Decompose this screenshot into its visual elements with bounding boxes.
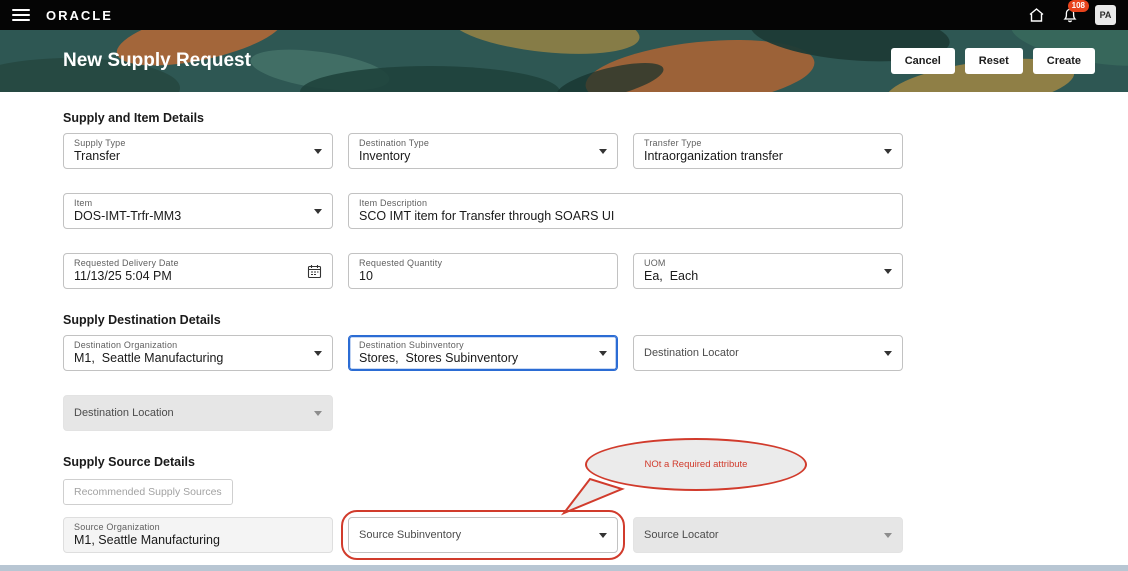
chevron-down-icon [314, 410, 322, 416]
field-label: UOM [644, 257, 666, 268]
field-label: Requested Quantity [359, 257, 443, 268]
field-label: Destination Organization [74, 339, 178, 350]
chevron-down-icon[interactable] [599, 532, 607, 538]
field-value: Intraorganization transfer [644, 148, 783, 163]
chevron-down-icon[interactable] [314, 350, 322, 356]
field-value: 11/13/25 5:04 PM [74, 268, 172, 283]
destination-subinventory-field[interactable]: Destination Subinventory Stores, Stores … [348, 335, 618, 371]
transfer-type-field[interactable]: Transfer Type Intraorganization transfer [633, 133, 903, 169]
supply-type-field[interactable]: Supply Type Transfer [63, 133, 333, 169]
chevron-down-icon[interactable] [884, 148, 892, 154]
notifications-bell-icon[interactable]: 108 [1063, 0, 1089, 23]
destination-locator-field[interactable]: Destination Locator [633, 335, 903, 371]
form-content: Supply and Item Details Supply Type Tran… [0, 92, 1128, 560]
field-label: Supply Type [74, 137, 126, 148]
field-label: Destination Locator [644, 347, 739, 359]
calendar-icon[interactable] [307, 264, 322, 279]
field-label: Transfer Type [644, 137, 702, 148]
row-source-1: Source Organization M1, Seattle Manufact… [63, 510, 1128, 560]
chevron-down-icon[interactable] [599, 148, 607, 154]
destination-location-field: Destination Location [63, 395, 333, 431]
uom-field[interactable]: UOM Ea, Each [633, 253, 903, 289]
field-label: Item [74, 197, 93, 208]
create-button[interactable]: Create [1032, 48, 1095, 74]
item-field[interactable]: Item DOS-IMT-Trfr-MM3 [63, 193, 333, 229]
field-label: Item Description [359, 197, 428, 208]
row-supply-item-1: Supply Type Transfer Destination Type In… [63, 133, 1128, 169]
field-label: Source Organization [74, 521, 160, 532]
field-label: Destination Location [74, 407, 174, 419]
row-destination-2: Destination Location [63, 395, 1128, 431]
field-value: M1, Seattle Manufacturing [74, 532, 220, 547]
oracle-logo[interactable]: ORACLE [46, 8, 113, 23]
field-label: Destination Subinventory [359, 339, 464, 350]
source-locator-field: Source Locator [633, 517, 903, 553]
field-label: Destination Type [359, 137, 430, 148]
hamburger-menu-icon[interactable] [12, 9, 30, 21]
field-label: Source Subinventory [359, 529, 462, 541]
avatar[interactable]: PA [1095, 5, 1116, 25]
field-value: DOS-IMT-Trfr-MM3 [74, 208, 182, 223]
header-actions: Cancel Reset Create [890, 48, 1095, 74]
section-heading-source: Supply Source Details [63, 455, 195, 469]
notification-count-badge: 108 [1067, 0, 1089, 12]
destination-organization-field[interactable]: Destination Organization M1, Seattle Man… [63, 335, 333, 371]
requested-delivery-date-field[interactable]: Requested Delivery Date 11/13/25 5:04 PM [63, 253, 333, 289]
row-destination-1: Destination Organization M1, Seattle Man… [63, 335, 1128, 371]
chevron-down-icon[interactable] [599, 350, 607, 356]
field-value: Ea, Each [644, 268, 699, 283]
page-title: New Supply Request [63, 50, 251, 71]
field-value: Stores, Stores Subinventory [359, 350, 519, 365]
field-value: M1, Seattle Manufacturing [74, 350, 224, 365]
chevron-down-icon [884, 532, 892, 538]
field-value: Inventory [359, 148, 411, 163]
bottom-window-edge [0, 565, 1128, 571]
field-value: SCO IMT item for Transfer through SOARS … [359, 208, 615, 223]
chevron-down-icon[interactable] [884, 350, 892, 356]
item-description-field: Item Description SCO IMT item for Transf… [348, 193, 903, 229]
destination-type-field[interactable]: Destination Type Inventory [348, 133, 618, 169]
cancel-button[interactable]: Cancel [890, 48, 955, 74]
chevron-down-icon[interactable] [884, 268, 892, 274]
top-bar: ORACLE 108 PA [0, 0, 1128, 30]
topbar-right-group: 108 PA [1028, 0, 1116, 25]
chevron-down-icon[interactable] [314, 208, 322, 214]
field-label: Requested Delivery Date [74, 257, 179, 268]
chevron-down-icon[interactable] [314, 148, 322, 154]
row-supply-item-2: Item DOS-IMT-Trfr-MM3 Item Description S… [63, 193, 1128, 229]
section-heading-supply-item: Supply and Item Details [63, 111, 205, 125]
field-value: 10 [359, 268, 373, 283]
section-heading-destination: Supply Destination Details [63, 313, 221, 327]
page-header-banner: New Supply Request Cancel Reset Create [0, 30, 1128, 92]
source-organization-field: Source Organization M1, Seattle Manufact… [63, 517, 333, 553]
reset-button[interactable]: Reset [964, 48, 1023, 74]
requested-quantity-field[interactable]: Requested Quantity 10 [348, 253, 618, 289]
source-subinventory-field[interactable]: Source Subinventory [341, 510, 625, 560]
field-value: Transfer [74, 148, 121, 163]
recommended-supply-sources-button[interactable]: Recommended Supply Sources [63, 479, 233, 505]
home-icon[interactable] [1028, 7, 1045, 23]
field-label: Source Locator [644, 529, 719, 541]
row-supply-item-3: Requested Delivery Date 11/13/25 5:04 PM… [63, 253, 1128, 289]
